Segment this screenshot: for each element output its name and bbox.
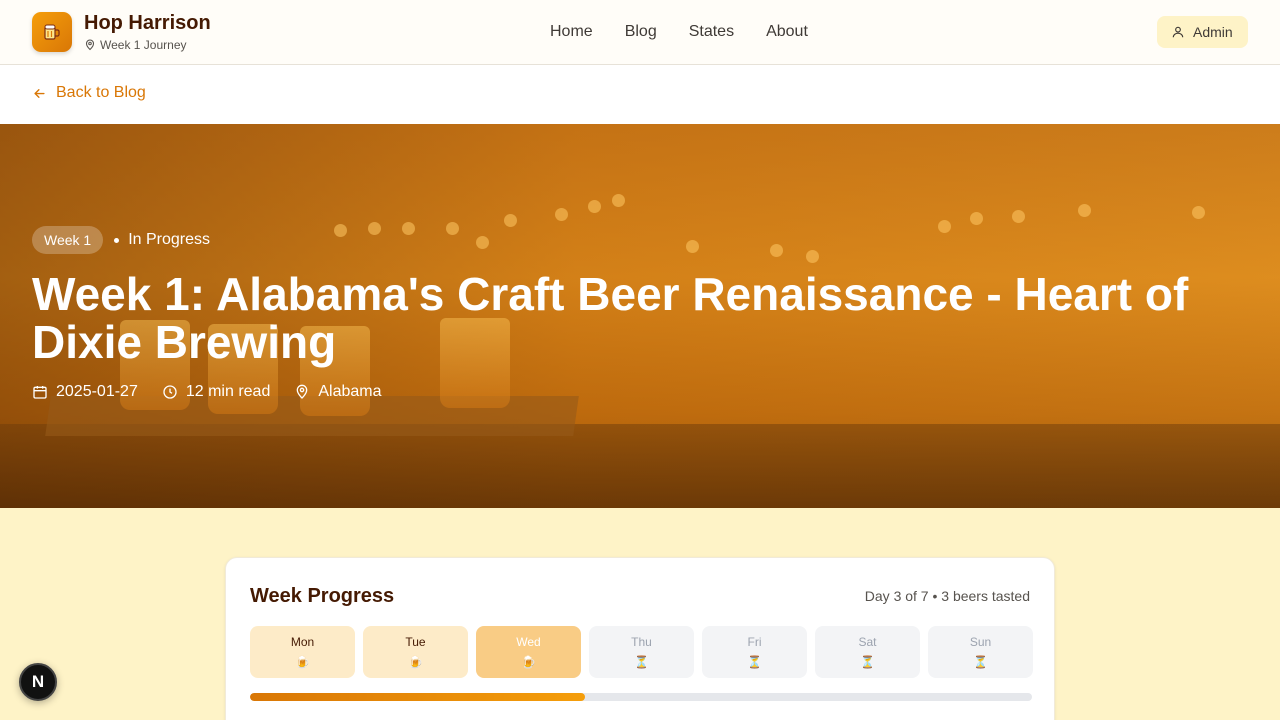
post-meta: 2025-01-27 12 min read Alabama [32, 383, 1252, 401]
post-location-text: Alabama [318, 383, 382, 400]
hourglass-icon: ⏳ [860, 655, 875, 669]
read-time-text: 12 min read [185, 383, 271, 400]
day-thu[interactable]: Thu ⏳ [589, 626, 694, 678]
day-sat[interactable]: Sat ⏳ [815, 626, 920, 678]
status-label: In Progress [128, 231, 211, 248]
day-label: Wed [516, 635, 541, 649]
day-tue[interactable]: Tue 🍺 [363, 626, 468, 678]
brand-title[interactable]: Hop Harrison [84, 12, 211, 35]
hero-bokeh-light [612, 194, 625, 207]
day-label: Mon [290, 635, 315, 649]
floating-n-button[interactable]: N [19, 663, 57, 701]
hero-bokeh-light [1078, 204, 1091, 217]
calendar-icon [33, 386, 47, 399]
hero-bokeh-light [970, 212, 983, 225]
day-sun[interactable]: Sun ⏳ [928, 626, 1033, 678]
nav-home[interactable]: Home [550, 22, 593, 42]
hero-background-table [0, 424, 1280, 508]
admin-button[interactable]: Admin [1157, 16, 1248, 48]
beer-mug-icon [44, 24, 60, 40]
week-progress-card: Week Progress Day 3 of 7 • 3 beers taste… [225, 557, 1055, 720]
beer-icon: 🍺 [295, 655, 310, 669]
hero-banner: Week 1 In Progress Week 1: Alabama's Cra… [0, 124, 1280, 508]
post-date: 2025-01-27 [32, 383, 138, 401]
post-location: Alabama [294, 383, 382, 401]
day-label: Tue [405, 635, 426, 649]
hero-meta-top: Week 1 In Progress [32, 226, 1252, 254]
user-icon [1172, 26, 1184, 38]
day-label: Sun [969, 635, 992, 649]
back-bar: Back to Blog [0, 65, 1280, 124]
map-pin-icon [85, 39, 95, 51]
hourglass-icon: ⏳ [634, 655, 649, 669]
hourglass-icon: ⏳ [973, 655, 988, 669]
hourglass-icon: ⏳ [747, 655, 762, 669]
week-progress-bar [250, 693, 1032, 701]
post-title: Week 1: Alabama's Craft Beer Renaissance… [32, 268, 1189, 368]
read-time: 12 min read [162, 383, 271, 401]
clock-icon [163, 385, 177, 399]
hero-bokeh-light [1192, 206, 1205, 219]
logo[interactable] [32, 12, 72, 52]
week-progress-summary: Day 3 of 7 • 3 beers tasted [864, 588, 1030, 604]
beer-icon: 🍺 [408, 655, 423, 669]
brand-subtitle: Week 1 Journey [84, 38, 187, 52]
main-nav: Home Blog States About [550, 22, 840, 42]
week-progress-fill [250, 693, 586, 701]
week-progress-title: Week Progress [250, 585, 395, 607]
hero-bokeh-light [555, 208, 568, 221]
day-label: Sat [858, 635, 877, 649]
day-list: Mon 🍺 Tue 🍺 Wed 🍺 Thu ⏳ Fri ⏳ Sat ⏳ Sun … [250, 626, 1033, 678]
nav-states[interactable]: States [689, 22, 734, 42]
hero-bokeh-light [1012, 210, 1025, 223]
post-date-text: 2025-01-27 [56, 383, 138, 400]
back-to-blog-label: Back to Blog [56, 84, 146, 101]
nav-blog[interactable]: Blog [625, 22, 657, 42]
nav-about[interactable]: About [766, 22, 808, 42]
day-label: Thu [631, 635, 652, 649]
site-header: Hop Harrison Week 1 Journey Home Blog St… [0, 0, 1280, 65]
arrow-left-icon [34, 88, 45, 98]
day-label: Fri [747, 635, 762, 649]
week-badge: Week 1 [32, 226, 104, 254]
admin-label: Admin [1193, 24, 1233, 40]
hero-bokeh-light [588, 200, 601, 213]
separator-dot [114, 237, 120, 243]
day-mon[interactable]: Mon 🍺 [250, 626, 355, 678]
day-fri[interactable]: Fri ⏳ [702, 626, 807, 678]
map-pin-icon [297, 384, 308, 399]
beer-icon: 🍺 [521, 655, 536, 669]
hero-content: Week 1 In Progress Week 1: Alabama's Cra… [32, 226, 1252, 401]
brand-subtitle-text: Week 1 Journey [100, 38, 187, 52]
day-wed[interactable]: Wed 🍺 [476, 626, 581, 678]
back-to-blog-link[interactable]: Back to Blog [32, 84, 146, 102]
